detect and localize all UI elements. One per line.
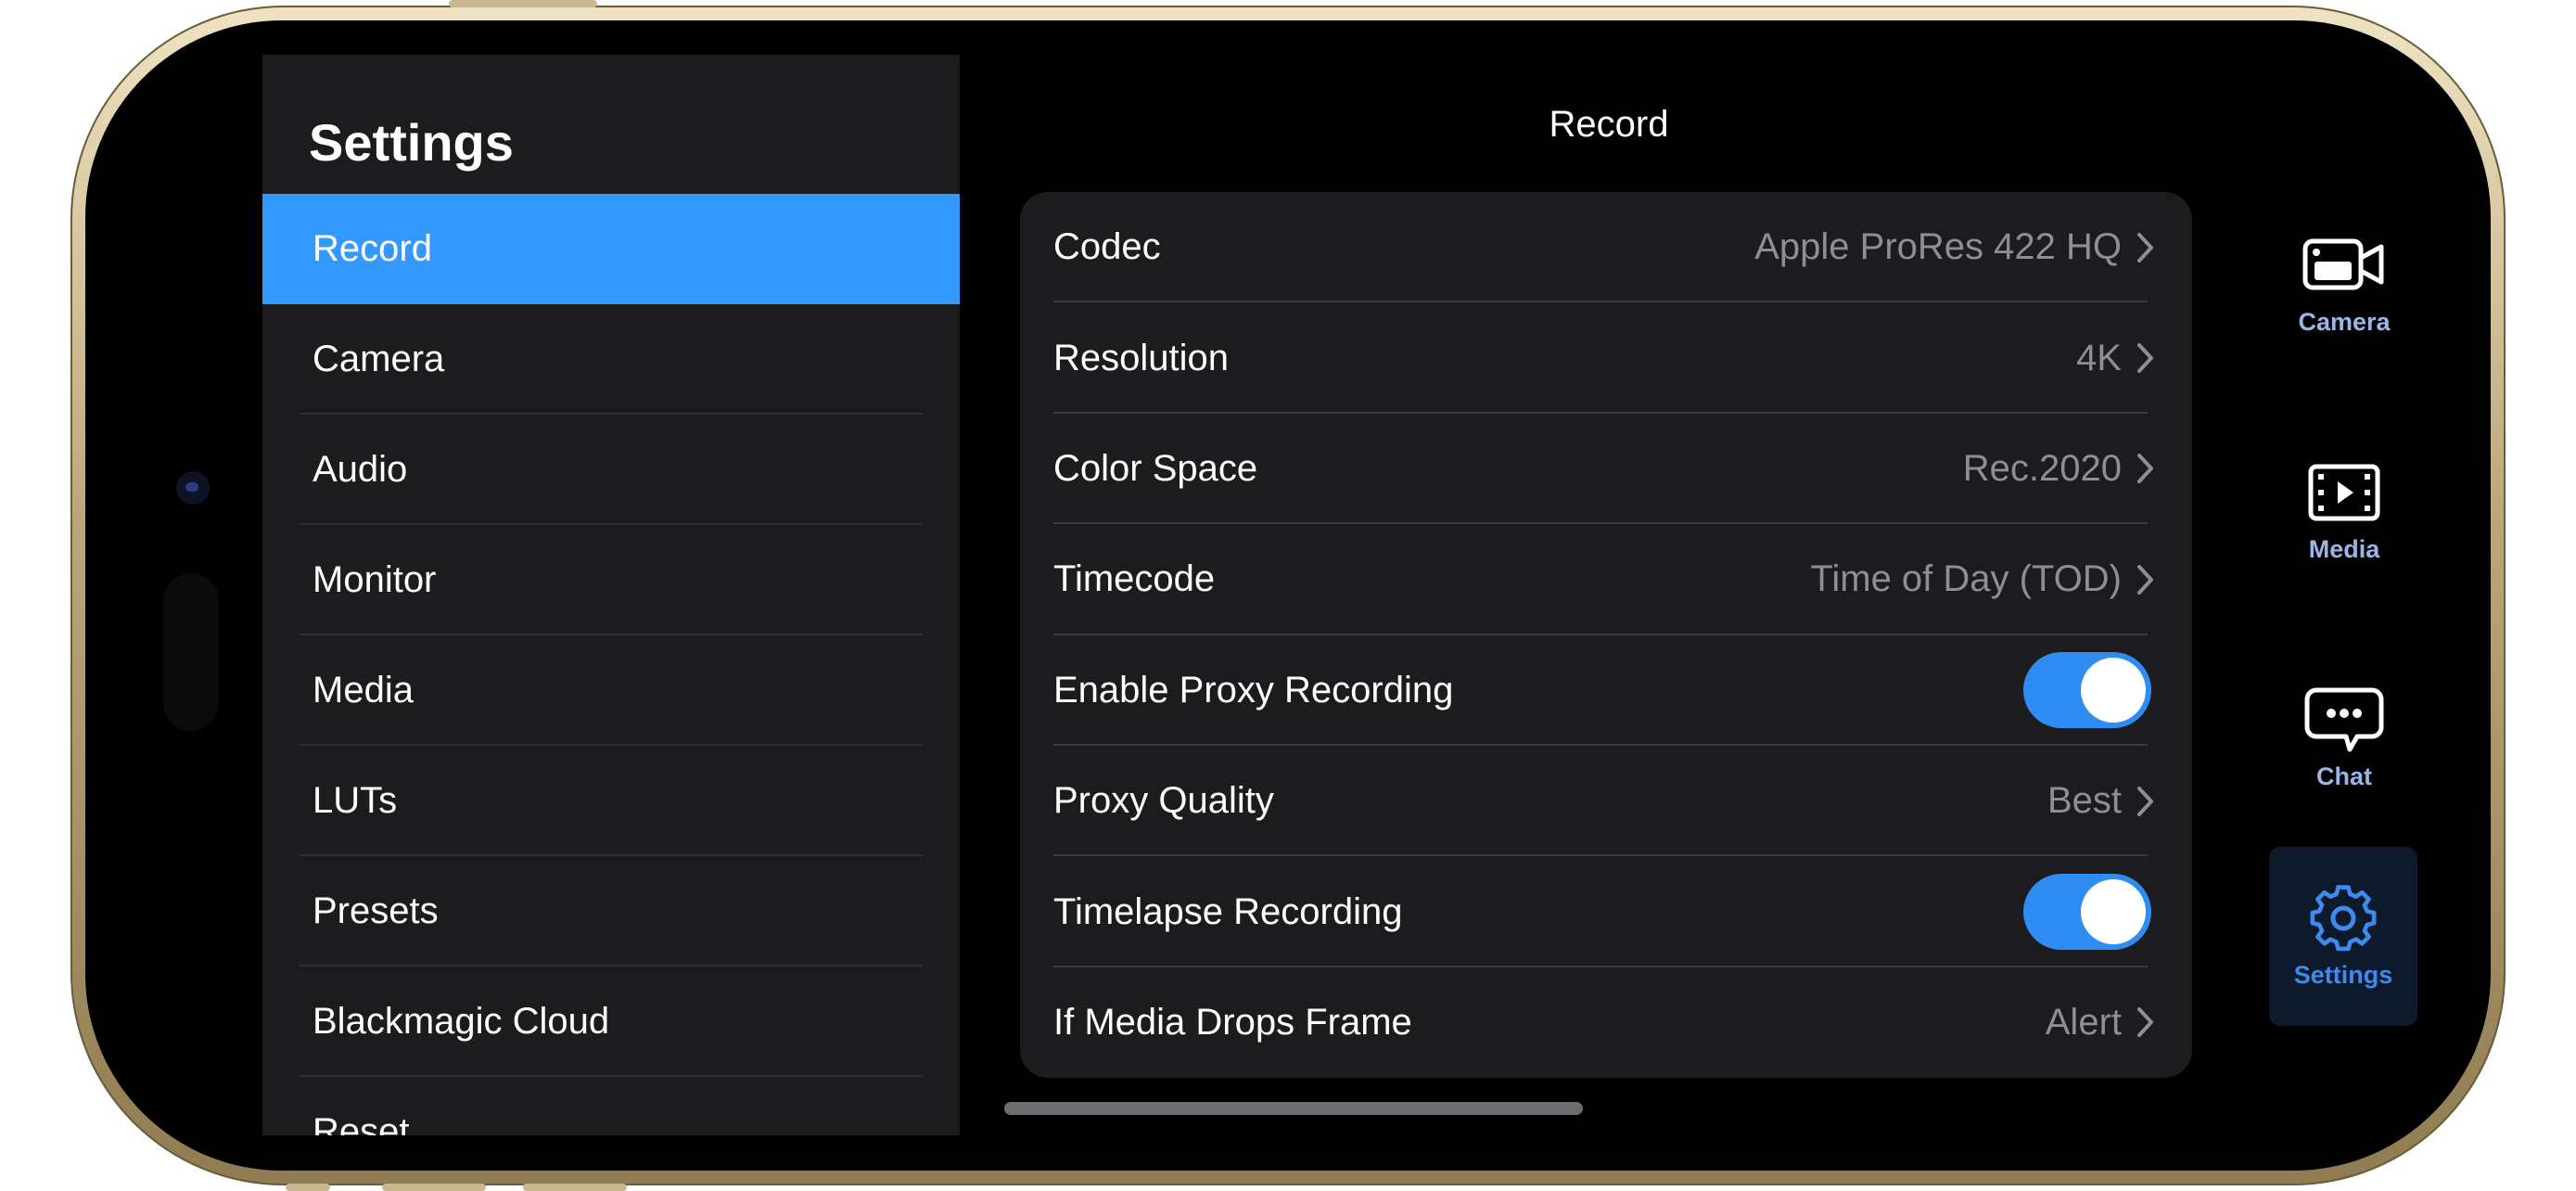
setting-value: Alert — [2045, 1001, 2122, 1043]
toggle-knob — [2081, 658, 2146, 724]
setting-label: If Media Drops Frame — [1053, 1001, 1412, 1043]
dynamic-island — [163, 573, 219, 731]
sidebar-item-label: Reset — [312, 1111, 410, 1135]
tab-media[interactable]: Media — [2270, 422, 2418, 598]
chevron-right-icon — [2137, 786, 2153, 816]
gear-icon — [2310, 885, 2377, 952]
chevron-right-icon — [2137, 454, 2153, 484]
sidebar-item-audio[interactable]: Audio — [262, 415, 960, 525]
sidebar-item-label: Monitor — [312, 559, 437, 600]
phone-side-button — [449, 0, 597, 7]
setting-label: Codec — [1053, 226, 1161, 268]
setting-value: Best — [2047, 780, 2122, 822]
sidebar-item-label: LUTs — [312, 780, 398, 821]
phone-side-button — [523, 1184, 627, 1191]
setting-value: Rec.2020 — [1962, 447, 2122, 489]
tab-label: Media — [2308, 534, 2380, 563]
setting-row-proxy-quality[interactable]: Proxy Quality Best — [1020, 746, 2192, 857]
setting-row-timecode[interactable]: Timecode Time of Day (TOD) — [1020, 524, 2192, 635]
sidebar-item-record[interactable]: Record — [262, 194, 960, 304]
tab-chat[interactable]: Chat — [2270, 649, 2418, 826]
setting-row-timelapse-recording: Timelapse Recording — [1020, 856, 2192, 968]
tab-label: Settings — [2293, 961, 2393, 989]
sidebar-item-label: Presets — [312, 890, 439, 931]
setting-row-if-media-drops-frame[interactable]: If Media Drops Frame Alert — [1020, 967, 2192, 1078]
tab-label: Chat — [2316, 762, 2372, 790]
sidebar-title: Settings — [309, 113, 514, 172]
record-settings-card: Codec Apple ProRes 422 HQ Resolution 4K … — [1020, 192, 2192, 1078]
horizontal-scrollbar[interactable] — [1004, 1102, 1583, 1115]
sidebar-list: Record Camera Audio Monitor Media LUTs P… — [262, 194, 960, 1135]
sidebar-item-label: Camera — [312, 339, 445, 379]
sidebar-item-camera[interactable]: Camera — [262, 304, 960, 415]
setting-value: 4K — [2076, 337, 2122, 378]
setting-label: Color Space — [1053, 447, 1258, 489]
setting-row-enable-proxy-recording: Enable Proxy Recording — [1020, 635, 2192, 747]
sidebar-item-luts[interactable]: LUTs — [262, 746, 960, 856]
setting-row-resolution[interactable]: Resolution 4K — [1020, 302, 2192, 415]
chevron-right-icon — [2137, 343, 2153, 374]
toggle-knob — [2081, 879, 2146, 945]
sidebar-item-label: Record — [312, 228, 432, 269]
setting-label: Timelapse Recording — [1053, 890, 1403, 932]
proxy-recording-toggle[interactable] — [2023, 652, 2151, 729]
phone-side-button — [286, 1184, 330, 1191]
page-title: Record — [1549, 104, 1669, 145]
phone-side-button — [382, 1184, 486, 1191]
sidebar-item-reset[interactable]: Reset — [262, 1077, 960, 1135]
sidebar-item-monitor[interactable]: Monitor — [262, 525, 960, 635]
setting-row-codec[interactable]: Codec Apple ProRes 422 HQ — [1020, 192, 2192, 303]
film-play-icon — [2308, 464, 2380, 520]
chevron-right-icon — [2137, 564, 2153, 595]
setting-label: Resolution — [1053, 337, 1230, 378]
sidebar-item-label: Media — [312, 670, 414, 711]
setting-value: Time of Day (TOD) — [1810, 558, 2122, 600]
tab-label: Camera — [2298, 307, 2391, 336]
setting-value: Apple ProRes 422 HQ — [1754, 226, 2122, 268]
chevron-right-icon — [2137, 232, 2153, 263]
setting-label: Proxy Quality — [1053, 780, 1274, 822]
sidebar-item-label: Blackmagic Cloud — [312, 1001, 610, 1042]
chevron-right-icon — [2137, 1007, 2153, 1038]
front-camera — [176, 471, 210, 505]
setting-label: Timecode — [1053, 558, 1216, 600]
sidebar-item-blackmagic-cloud[interactable]: Blackmagic Cloud — [262, 967, 960, 1077]
setting-label: Enable Proxy Recording — [1053, 669, 1454, 711]
sidebar-item-media[interactable]: Media — [262, 635, 960, 746]
sidebar-item-presets[interactable]: Presets — [262, 856, 960, 967]
sidebar-item-label: Audio — [312, 449, 408, 490]
settings-sidebar: Settings Record Camera Audio Monitor Med… — [262, 55, 960, 1135]
setting-row-color-space[interactable]: Color Space Rec.2020 — [1020, 414, 2192, 525]
timelapse-recording-toggle[interactable] — [2023, 874, 2151, 951]
chat-bubble-icon — [2304, 687, 2384, 751]
tab-camera[interactable]: Camera — [2270, 195, 2418, 371]
camera-icon — [2302, 238, 2384, 289]
tab-settings[interactable]: Settings — [2269, 847, 2417, 1026]
